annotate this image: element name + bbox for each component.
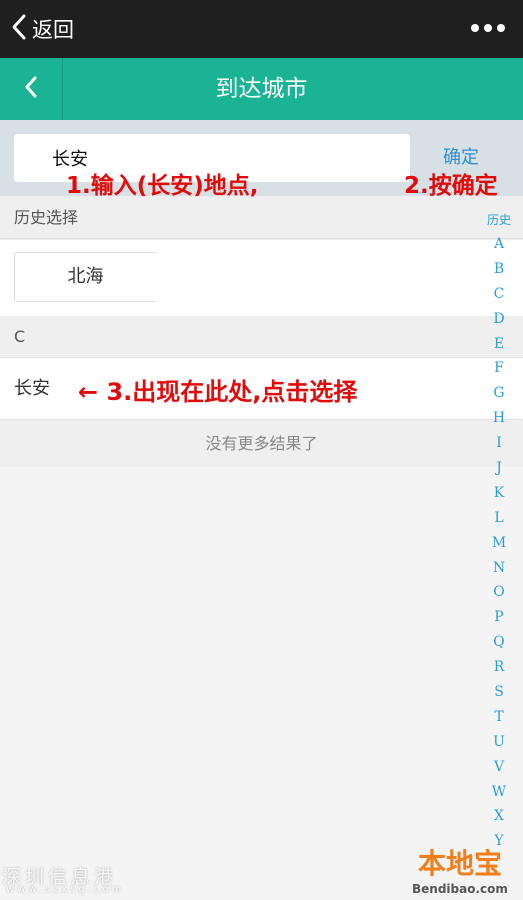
alpha-index-letter[interactable]: U	[493, 730, 505, 755]
history-list: 北海	[0, 240, 523, 316]
logo-subtext: Bendibao.com	[412, 882, 508, 896]
alpha-index-letter[interactable]: P	[494, 605, 503, 630]
page-header: 到达城市	[0, 58, 523, 120]
alpha-index-letter[interactable]: H	[493, 406, 505, 431]
alpha-index-letter[interactable]: S	[494, 680, 504, 705]
alpha-index-letter[interactable]: R	[494, 655, 505, 680]
wechat-top-bar: 返回	[0, 0, 523, 58]
bendibao-logo: 本地宝 Bendibao.com	[408, 842, 520, 898]
alpha-index-letter[interactable]: J	[496, 456, 502, 481]
alpha-index-history[interactable]: 历史	[487, 208, 511, 232]
annotation-step-2: 2.按确定	[404, 173, 498, 199]
alpha-index-letter[interactable]: I	[496, 431, 502, 456]
logo-text: 本地宝	[418, 847, 503, 880]
alpha-index-letter[interactable]: X	[494, 804, 504, 829]
alpha-index-letter[interactable]: D	[493, 307, 504, 332]
annotation-step-1: 1.输入(长安)地点,	[66, 173, 259, 199]
no-more-results: 没有更多结果了	[0, 421, 523, 467]
alpha-index-letter[interactable]: B	[494, 257, 504, 282]
alpha-index-letter[interactable]: E	[494, 332, 504, 357]
alpha-index-letter[interactable]: N	[493, 556, 505, 581]
alpha-index-letter[interactable]: G	[493, 381, 504, 406]
wechat-back-button[interactable]: 返回	[10, 12, 74, 46]
history-item[interactable]: 北海	[14, 252, 156, 302]
alpha-index-letter[interactable]: F	[494, 356, 504, 381]
chevron-left-icon	[10, 13, 28, 45]
alpha-index-letter[interactable]: A	[494, 232, 504, 257]
alpha-index-letter[interactable]: K	[494, 481, 504, 506]
header-back-button[interactable]	[0, 58, 63, 120]
history-section-label: 历史选择	[0, 196, 523, 239]
chevron-left-icon	[23, 75, 39, 103]
alpha-index-letter[interactable]: C	[494, 282, 505, 307]
alpha-index-letter[interactable]: L	[494, 506, 503, 531]
alpha-index-letter[interactable]: W	[492, 780, 506, 805]
results-group-label: C	[0, 316, 523, 358]
more-options-icon[interactable]	[471, 18, 505, 38]
alpha-index-letter[interactable]: Q	[493, 630, 504, 655]
wechat-back-label: 返回	[32, 18, 74, 42]
alpha-index-letter[interactable]: T	[494, 705, 503, 730]
city-result-name: 长安	[14, 378, 50, 399]
alpha-index-letter[interactable]: V	[494, 755, 504, 780]
page-title: 到达城市	[215, 76, 308, 102]
alpha-index-letter[interactable]: O	[493, 580, 504, 605]
annotation-step-3: ← 3.出现在此处,点击选择	[78, 378, 358, 406]
alphabet-index: 历史 A B C D E F G H I J K L M N O P Q R S…	[475, 208, 523, 864]
empty-area	[0, 467, 523, 900]
watermark-url: www.szxsg.com	[6, 884, 125, 895]
alpha-index-letter[interactable]: M	[492, 531, 506, 556]
